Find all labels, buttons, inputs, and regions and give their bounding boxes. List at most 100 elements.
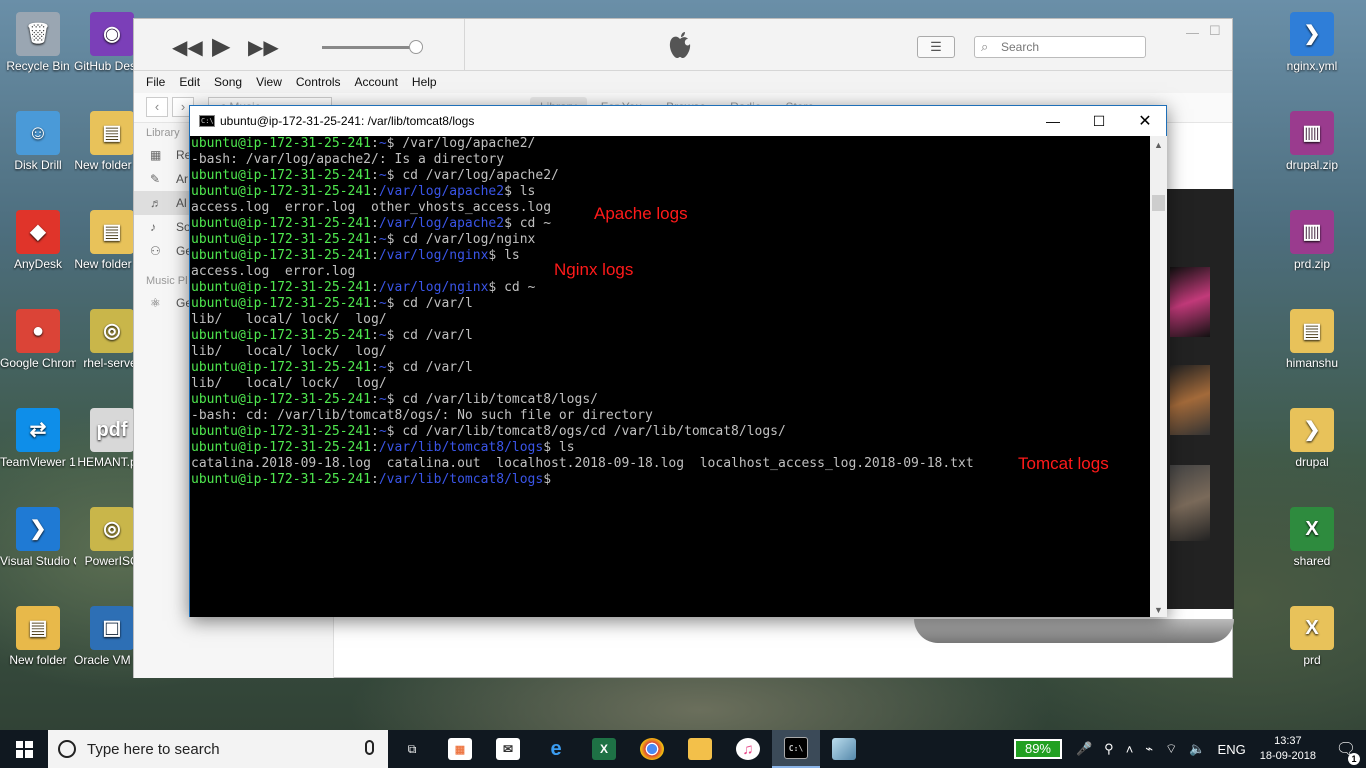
language-indicator[interactable]: ENG xyxy=(1218,742,1246,757)
desktop-icon-image: ● xyxy=(16,309,60,353)
desktop-icon[interactable]: ❯ Visual Studio Code xyxy=(0,507,76,568)
play-icon[interactable]: ▶ xyxy=(212,32,230,61)
desktop-icon-label: Recycle Bin xyxy=(6,59,70,73)
prompt-user: ubuntu@ip-172-31-25-241 xyxy=(191,296,372,311)
terminal-line: -bash: cd: /var/lib/tomcat8/ogs/: No suc… xyxy=(191,408,1150,424)
back-icon[interactable]: ‹ xyxy=(146,97,168,117)
terminal-window[interactable]: C:\ ubuntu@ip-172-31-25-241: /var/lib/to… xyxy=(189,105,1167,617)
taskbar-file-explorer[interactable] xyxy=(676,730,724,768)
store-icon: ▦ xyxy=(448,738,472,760)
terminal-scrollbar[interactable]: ▲ ▼ xyxy=(1150,136,1167,617)
microphone-icon[interactable] xyxy=(365,740,374,755)
minimize-icon[interactable]: — xyxy=(1030,106,1076,136)
scrollbar-thumb[interactable] xyxy=(1152,195,1165,211)
album-art xyxy=(1170,465,1210,541)
volume-slider[interactable] xyxy=(322,46,417,49)
taskbar-chrome[interactable] xyxy=(628,730,676,768)
maximize-icon[interactable]: ☐ xyxy=(1076,106,1122,136)
desktop-icon[interactable]: ▤ himanshu xyxy=(1274,309,1350,370)
prompt-user: ubuntu@ip-172-31-25-241 xyxy=(191,440,372,455)
scroll-up-icon[interactable]: ▲ xyxy=(1150,140,1167,150)
prompt-separator: : xyxy=(371,248,379,263)
desktop-icon-label: drupal.zip xyxy=(1285,158,1339,172)
sidebar-item-icon: ♪ xyxy=(150,220,156,234)
terminal-line: lib/ local/ lock/ log/ xyxy=(191,312,1150,328)
volume-icon[interactable]: 🔈 xyxy=(1189,741,1205,757)
list-view-button[interactable]: ☰ xyxy=(917,36,955,58)
desktop-icon[interactable]: ⇄ TeamViewer 13 xyxy=(0,408,76,469)
people-icon[interactable]: ⚲ xyxy=(1104,741,1114,757)
wifi-icon[interactable]: ⌔ xyxy=(1165,741,1177,757)
volume-knob[interactable] xyxy=(409,40,423,54)
excel-icon: X xyxy=(592,738,616,760)
taskbar-excel[interactable]: X xyxy=(580,730,628,768)
desktop-icon-label: shared xyxy=(1293,554,1331,568)
prompt-path: /var/lib/tomcat8/logs xyxy=(378,440,544,455)
prompt-command: $ xyxy=(543,472,552,487)
desktop-icon[interactable]: ◆ AnyDesk xyxy=(0,210,76,271)
action-center-button[interactable]: 🗨 1 xyxy=(1326,739,1366,765)
close-icon[interactable]: ✕ xyxy=(1122,106,1168,136)
clock[interactable]: 13:37 18-09-2018 xyxy=(1260,734,1316,764)
fast-forward-icon[interactable]: ▶▶ xyxy=(248,35,279,60)
desktop-icon-image: ❯ xyxy=(1290,408,1334,452)
prompt-path: ~ xyxy=(378,392,387,407)
prompt-path: ~ xyxy=(378,232,387,247)
annotation-tomcat: Tomcat logs xyxy=(1018,454,1109,473)
desktop-icon[interactable]: ☺ Disk Drill xyxy=(0,111,76,172)
maximize-icon[interactable]: ☐ xyxy=(1209,23,1221,39)
taskbar-cmd[interactable]: C:\ xyxy=(772,730,820,768)
desktop-icon[interactable]: ❯ nginx.yml xyxy=(1274,12,1350,73)
microphone-tray-icon[interactable]: 🎤 xyxy=(1076,741,1092,757)
sidebar-item-icon: ⚛ xyxy=(150,296,161,310)
clock-time: 13:37 xyxy=(1274,735,1302,747)
desktop-icon[interactable]: Xprd xyxy=(1274,606,1350,667)
taskbar-itunes[interactable]: ♫ xyxy=(724,730,772,768)
desktop-icon-label: AnyDesk xyxy=(13,257,63,271)
prompt-user: ubuntu@ip-172-31-25-241 xyxy=(191,168,372,183)
menu-item-help[interactable]: Help xyxy=(412,75,437,89)
toolbar-divider xyxy=(464,19,465,71)
desktop-icon[interactable]: ▤ New folder xyxy=(0,606,76,667)
prompt-command: $ cd /var/l xyxy=(386,328,473,343)
menu-item-view[interactable]: View xyxy=(256,75,282,89)
start-button[interactable] xyxy=(0,730,48,768)
itunes-toolbar: ◀◀ ▶ ▶▶ ☰ ⌕ Search — ☐ xyxy=(134,19,1232,71)
apple-logo-icon xyxy=(669,32,691,58)
prompt-path: ~ xyxy=(378,424,387,439)
sidebar-item-icon: ✎ xyxy=(150,172,161,186)
desktop-icon[interactable]: ● Google Chrome xyxy=(0,309,76,370)
terminal-output-text: -bash: /var/log/apache2/: Is a directory xyxy=(191,152,505,167)
power-icon[interactable]: ⌁ xyxy=(1145,741,1153,757)
menu-item-edit[interactable]: Edit xyxy=(179,75,200,89)
desktop-icon-label: Google Chrome xyxy=(0,356,76,370)
task-view-button[interactable]: ⧉ xyxy=(388,730,436,768)
terminal-line: catalina.2018-09-18.log catalina.out loc… xyxy=(191,456,1150,472)
terminal-output-text: -bash: cd: /var/lib/tomcat8/ogs/: No suc… xyxy=(191,408,653,423)
prompt-command: $ ls xyxy=(504,184,536,199)
menu-item-song[interactable]: Song xyxy=(214,75,242,89)
scroll-down-icon[interactable]: ▼ xyxy=(1150,605,1167,615)
desktop-icon[interactable]: ▥ drupal.zip xyxy=(1274,111,1350,172)
show-hidden-icon[interactable]: ˄ xyxy=(1126,742,1134,757)
prompt-user: ubuntu@ip-172-31-25-241 xyxy=(191,392,372,407)
taskbar-store[interactable]: ▦ xyxy=(436,730,484,768)
itunes-search-input[interactable]: ⌕ Search xyxy=(974,36,1146,58)
battery-indicator[interactable]: 89% xyxy=(1013,739,1062,759)
taskbar-app-extra[interactable] xyxy=(820,730,868,768)
menu-item-controls[interactable]: Controls xyxy=(296,75,341,89)
taskbar-search-box[interactable]: Type here to search xyxy=(48,730,388,768)
rewind-icon[interactable]: ◀◀ xyxy=(172,35,203,60)
menu-item-account[interactable]: Account xyxy=(355,75,398,89)
desktop-icon[interactable]: ▥ prd.zip xyxy=(1274,210,1350,271)
menu-item-file[interactable]: File xyxy=(146,75,165,89)
terminal-titlebar[interactable]: C:\ ubuntu@ip-172-31-25-241: /var/lib/to… xyxy=(190,106,1166,136)
desktop-icon[interactable]: ❯ drupal xyxy=(1274,408,1350,469)
taskbar-mail[interactable]: ✉ xyxy=(484,730,532,768)
clock-date: 18-09-2018 xyxy=(1259,750,1316,762)
minimize-icon[interactable]: — xyxy=(1186,25,1199,40)
taskbar-edge[interactable]: e xyxy=(532,730,580,768)
desktop-icon[interactable]: Xshared xyxy=(1274,507,1350,568)
desktop-icon[interactable]: 🗑 Recycle Bin xyxy=(0,12,76,73)
album-art xyxy=(1170,267,1210,337)
